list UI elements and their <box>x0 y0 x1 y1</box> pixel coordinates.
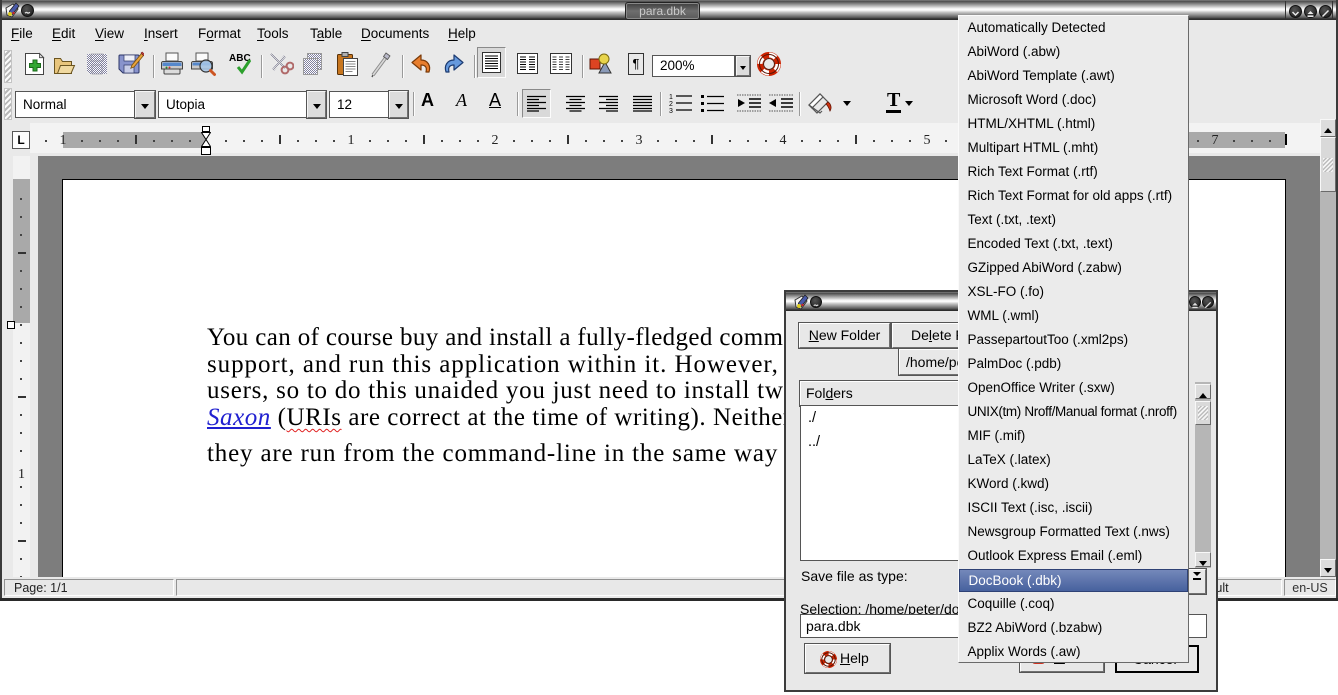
svg-text:2: 2 <box>669 101 673 108</box>
svg-text:3: 3 <box>669 108 673 114</box>
svg-text:1: 1 <box>669 94 673 101</box>
